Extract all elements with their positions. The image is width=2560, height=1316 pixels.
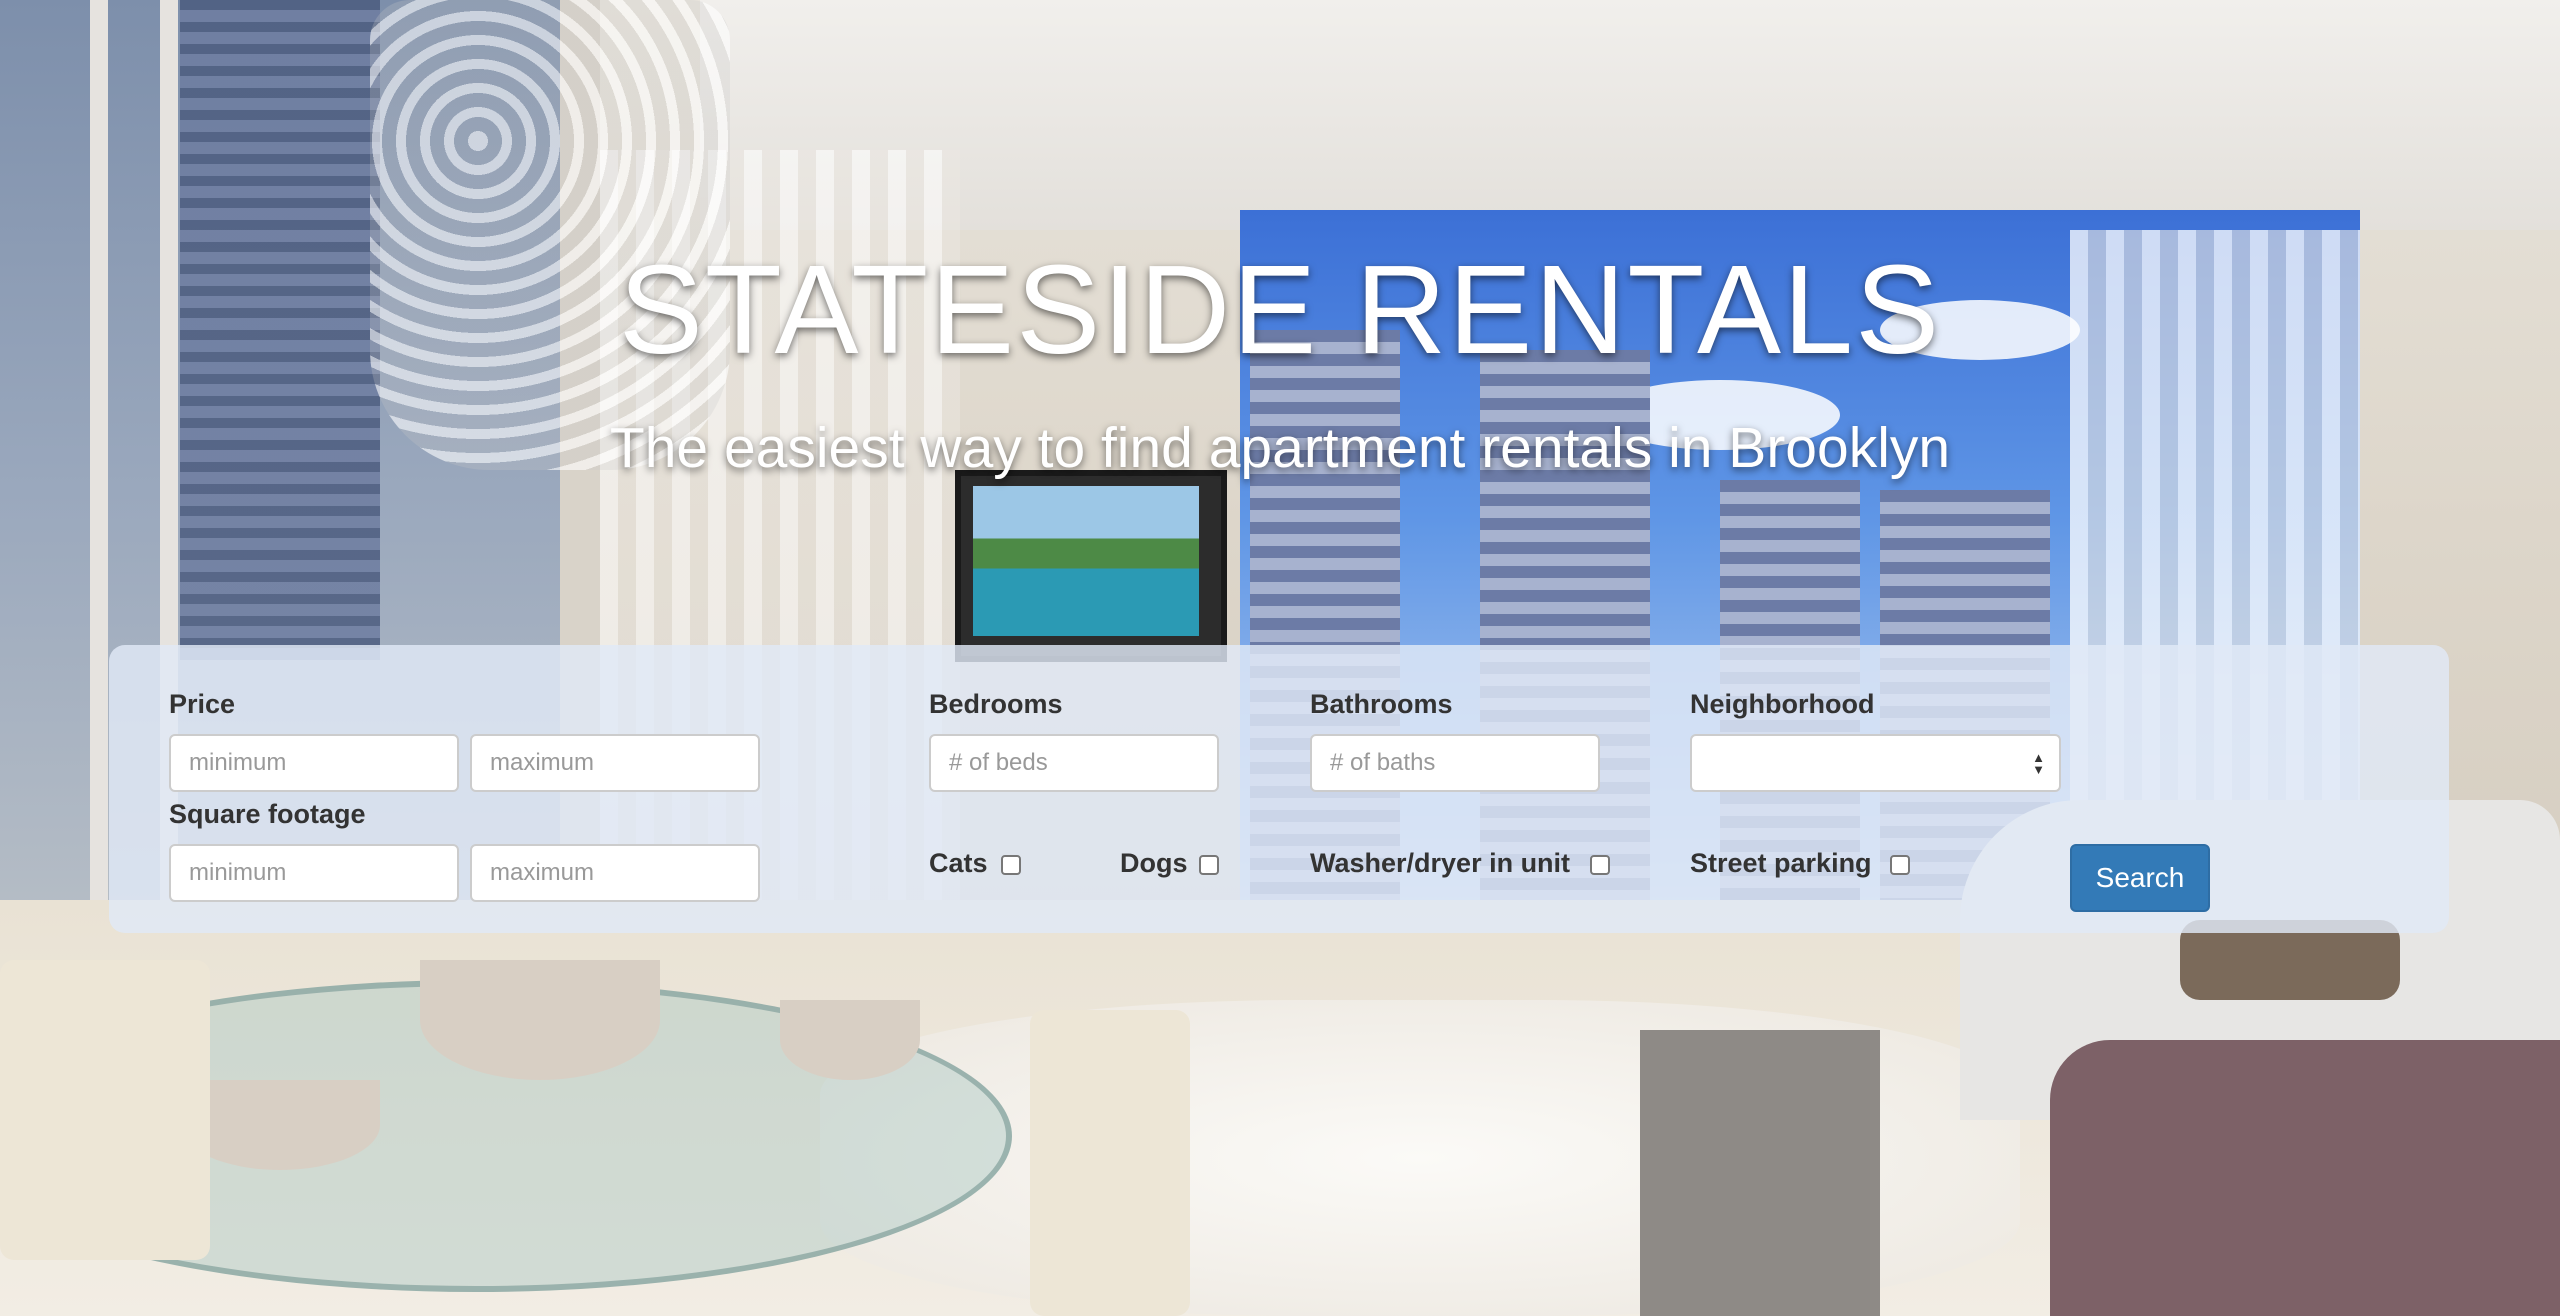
neighborhood-label: Neighborhood — [1690, 689, 1875, 719]
street-parking-label: Street parking — [1690, 848, 1872, 878]
price-min-input[interactable] — [169, 734, 459, 792]
bathrooms-label: Bathrooms — [1310, 689, 1453, 719]
chair — [1030, 1010, 1190, 1316]
television-screen — [973, 486, 1199, 636]
side-table — [1640, 1030, 1880, 1316]
bowl — [180, 1080, 380, 1170]
window-frame — [90, 0, 108, 980]
blanket — [2050, 1040, 2560, 1316]
chair — [0, 960, 210, 1260]
chandelier — [370, 0, 730, 470]
ceiling — [700, 0, 2560, 230]
sqft-max-input[interactable] — [470, 844, 760, 902]
square-footage-label: Square footage — [169, 799, 366, 829]
bathrooms-input[interactable] — [1310, 734, 1600, 792]
bowl — [780, 1000, 920, 1080]
price-label: Price — [169, 689, 236, 719]
select-arrows-icon: ▲ ▼ — [2032, 750, 2045, 777]
washer-dryer-checkbox[interactable] — [1590, 855, 1610, 875]
sqft-min-input[interactable] — [169, 844, 459, 902]
cats-checkbox[interactable] — [1001, 855, 1021, 875]
dogs-label: Dogs — [1120, 848, 1188, 878]
dogs-checkbox[interactable] — [1199, 855, 1219, 875]
neighborhood-select[interactable]: ▲ ▼ — [1690, 734, 2061, 792]
page-title: STATESIDE RENTALS — [618, 239, 1942, 380]
bedrooms-input[interactable] — [929, 734, 1219, 792]
street-parking-checkbox[interactable] — [1890, 855, 1910, 875]
price-max-input[interactable] — [470, 734, 760, 792]
bedrooms-label: Bedrooms — [929, 689, 1063, 719]
cats-label: Cats — [929, 848, 988, 878]
page-subtitle: The easiest way to find apartment rental… — [609, 416, 1951, 480]
washer-dryer-label: Washer/dryer in unit — [1310, 848, 1571, 878]
search-button[interactable]: Search — [2070, 844, 2210, 912]
bowl — [420, 960, 660, 1080]
